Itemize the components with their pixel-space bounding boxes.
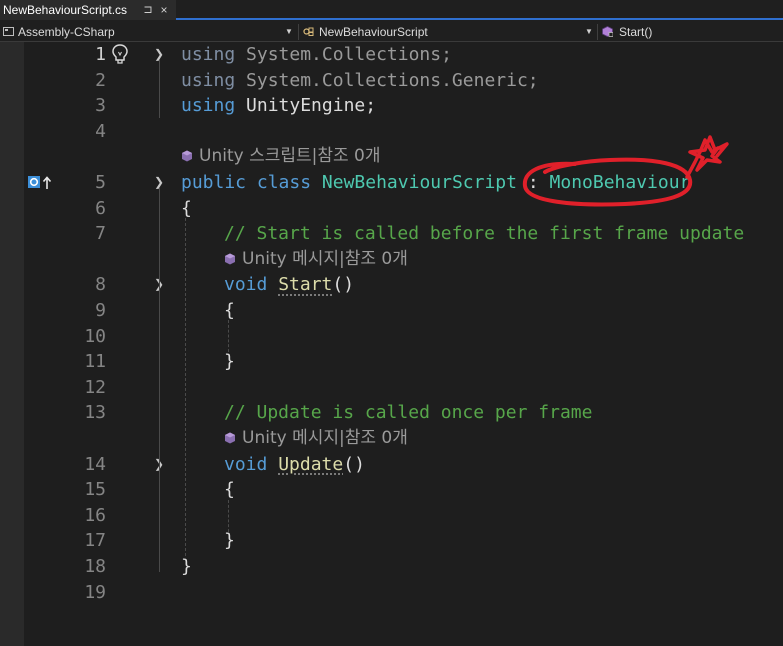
keyword: using <box>181 69 236 91</box>
namespace: UnityEngine; <box>246 95 377 117</box>
class-icon <box>303 27 314 36</box>
brace: } <box>224 351 235 373</box>
red-circle-annotation <box>522 135 729 207</box>
line-number: 1 <box>95 44 106 65</box>
codelens-text: Unity 메시지|참조 0개 <box>242 248 408 269</box>
namespace: System.Collections.Generic; <box>246 69 539 91</box>
codelens-text: Unity 스크립트|참조 0개 <box>199 146 381 167</box>
line-number: 11 <box>84 351 106 373</box>
code-line: { <box>224 477 235 503</box>
tab-title: NewBehaviourScript.cs <box>3 3 128 17</box>
indent-guide <box>228 500 229 532</box>
implements-badge-icon[interactable] <box>27 175 55 191</box>
line-number: 19 <box>84 581 106 603</box>
tab-bar: NewBehaviourScript.cs ⊐ × <box>0 0 783 20</box>
project-label: Assembly-CSharp <box>18 25 115 39</box>
namespace: System.Collections; <box>246 44 452 65</box>
navigation-bar: Assembly-CSharp ▼ NewBehaviourScript ▼ S… <box>0 22 783 42</box>
line-number: 2 <box>95 69 106 91</box>
keyword: public <box>181 172 247 193</box>
line-number: 3 <box>95 95 106 117</box>
codelens-start[interactable]: Unity 메시지|참조 0개 <box>224 247 408 273</box>
code-line: using UnityEngine; <box>181 93 376 119</box>
code-line: void Update() <box>224 452 365 478</box>
pin-icon[interactable]: ⊐ <box>141 0 155 20</box>
code-line: } <box>224 349 235 375</box>
outline-guide <box>159 470 160 552</box>
code-line: // Start is called before the first fram… <box>224 221 744 247</box>
line-number: 13 <box>84 402 106 424</box>
code-line: void Start() <box>224 272 354 298</box>
line-number: 17 <box>84 530 106 552</box>
member-dropdown[interactable]: Start() <box>599 22 783 42</box>
codelens-text: Unity 메시지|참조 0개 <box>242 428 408 448</box>
class-label: NewBehaviourScript <box>319 25 428 39</box>
class-dropdown[interactable]: NewBehaviourScript ▼ <box>300 22 597 42</box>
project-icon <box>3 27 14 36</box>
line-number: 18 <box>84 556 106 577</box>
outline-guide <box>159 60 160 118</box>
brace: { <box>224 300 235 321</box>
code-line: // Update is called once per frame <box>224 400 592 426</box>
unity-cube-icon <box>225 432 235 444</box>
parens: () <box>343 453 365 475</box>
member-label: Start() <box>619 25 653 39</box>
indent-guide <box>185 218 186 556</box>
parens: () <box>332 274 355 296</box>
line-number: 7 <box>95 223 106 245</box>
project-dropdown[interactable]: Assembly-CSharp ▼ <box>0 22 298 42</box>
line-number: 5 <box>95 172 106 193</box>
brace: } <box>224 530 235 552</box>
unity-cube-icon <box>225 253 235 265</box>
line-number: 14 <box>84 453 106 475</box>
code-line: using System.Collections; <box>181 42 452 68</box>
line-number: 4 <box>95 120 106 142</box>
codelens-class[interactable]: Unity 스크립트|참조 0개 <box>181 144 381 170</box>
code-line: } <box>181 554 192 580</box>
tab-newbehaviourscript[interactable]: NewBehaviourScript.cs ⊐ × <box>0 0 176 20</box>
method-icon <box>602 26 613 37</box>
keyword: class <box>256 172 312 193</box>
keyword: void <box>224 453 268 475</box>
code-line: { <box>224 298 235 324</box>
divider <box>298 24 299 40</box>
line-number: 8 <box>95 274 106 296</box>
chevron-down-icon: ▼ <box>585 27 593 36</box>
comment: // Start is called before the first fram… <box>224 223 745 245</box>
outline-guide <box>159 290 160 372</box>
class-name: NewBehaviourScript <box>321 172 517 193</box>
line-number: 9 <box>95 300 106 321</box>
unity-cube-icon <box>182 150 192 162</box>
keyword: using <box>181 95 236 117</box>
code-editor[interactable]: 1 2 3 4 5 6 7 8 9 10 11 12 13 14 15 16 1… <box>0 42 783 646</box>
line-number: 15 <box>84 479 106 501</box>
brace: { <box>224 479 235 501</box>
chevron-down-icon: ▼ <box>285 27 293 36</box>
brace: } <box>181 556 192 577</box>
method-name: Start <box>278 274 333 296</box>
indent-guide <box>228 320 229 352</box>
line-number: 6 <box>95 197 106 219</box>
code-line: { <box>181 196 192 222</box>
keyword: using <box>181 44 236 65</box>
line-number: 10 <box>84 325 106 347</box>
keyword: void <box>224 274 268 296</box>
lightbulb-icon[interactable] <box>110 42 130 67</box>
codelens-update[interactable]: Unity 메시지|참조 0개 <box>224 426 408 452</box>
line-number: 12 <box>84 376 106 398</box>
code-line: } <box>224 528 235 554</box>
close-icon[interactable]: × <box>157 0 171 20</box>
line-number: 16 <box>84 504 106 526</box>
method-name: Update <box>278 453 344 475</box>
comment: // Update is called once per frame <box>224 402 593 424</box>
divider <box>597 24 598 40</box>
brace: { <box>181 197 192 219</box>
code-line: using System.Collections.Generic; <box>181 68 539 94</box>
